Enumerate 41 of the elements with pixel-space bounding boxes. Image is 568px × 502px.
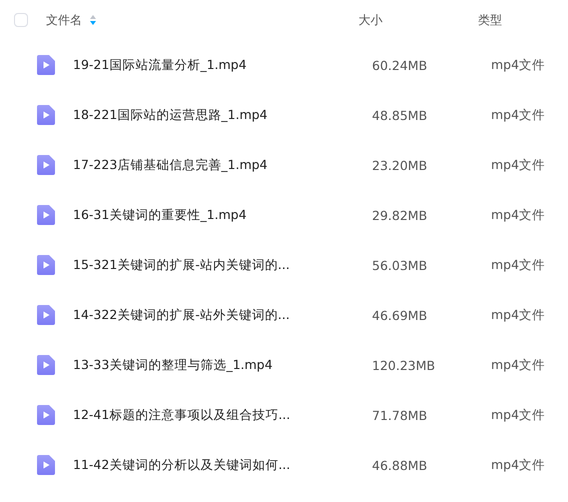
file-type: mp4文件 — [491, 306, 546, 324]
file-size: 120.23MB — [372, 358, 436, 372]
file-name[interactable]: 11-42关键词的分析以及关键词如何... — [73, 456, 365, 474]
video-file-icon — [37, 205, 55, 225]
video-file-icon — [37, 105, 55, 125]
select-all-checkbox[interactable] — [14, 13, 28, 27]
file-size: 60.24MB — [372, 58, 428, 72]
video-file-icon — [37, 255, 55, 275]
file-type: mp4文件 — [491, 206, 546, 224]
file-name[interactable]: 18-221国际站的运营思路_1.mp4 — [73, 106, 365, 124]
column-header[interactable]: 文件名 — [46, 12, 82, 28]
video-file-icon — [37, 455, 55, 475]
column-header[interactable]: 大小 — [358, 12, 382, 28]
sort-icon[interactable] — [90, 15, 96, 25]
file-type: mp4文件 — [491, 456, 546, 474]
file-type: mp4文件 — [491, 256, 546, 274]
video-file-icon — [37, 405, 55, 425]
file-type: mp4文件 — [491, 106, 546, 124]
file-size: 48.85MB — [372, 108, 428, 122]
video-file-icon — [37, 55, 55, 75]
column-header[interactable]: 类型 — [478, 12, 502, 28]
file-type: mp4文件 — [491, 406, 546, 424]
file-name[interactable]: 15-321关键词的扩展-站内关键词的... — [73, 256, 365, 274]
file-size: 29.82MB — [372, 208, 428, 222]
file-size: 46.88MB — [372, 458, 428, 472]
video-file-icon — [37, 155, 55, 175]
file-name[interactable]: 16-31关键词的重要性_1.mp4 — [73, 206, 365, 224]
file-size: 56.03MB — [372, 258, 428, 272]
video-file-icon — [37, 305, 55, 325]
file-name[interactable]: 17-223店铺基础信息完善_1.mp4 — [73, 156, 365, 174]
file-type: mp4文件 — [491, 356, 546, 374]
file-size: 46.69MB — [372, 308, 428, 322]
file-size: 71.78MB — [372, 408, 428, 422]
file-type: mp4文件 — [491, 156, 546, 174]
file-name[interactable]: 13-33关键词的整理与筛选_1.mp4 — [73, 356, 365, 374]
video-file-icon — [37, 355, 55, 375]
file-type: mp4文件 — [491, 56, 546, 74]
file-name[interactable]: 12-41标题的注意事项以及组合技巧... — [73, 406, 365, 424]
file-size: 23.20MB — [372, 158, 428, 172]
file-name[interactable]: 14-322关键词的扩展-站外关键词的... — [73, 306, 365, 324]
file-name[interactable]: 19-21国际站流量分析_1.mp4 — [73, 56, 365, 74]
